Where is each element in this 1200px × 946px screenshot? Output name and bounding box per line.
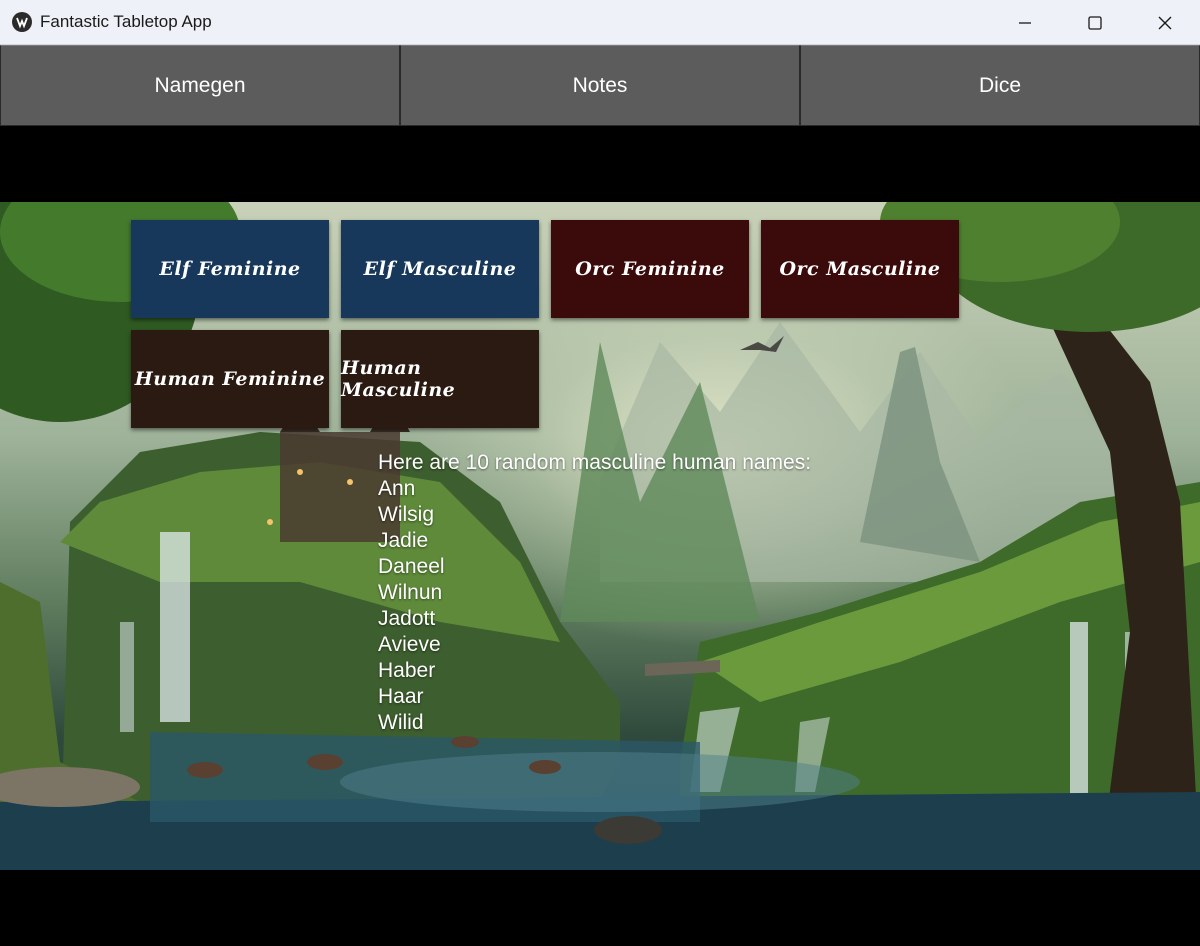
maximize-icon bbox=[1088, 15, 1102, 30]
minimize-button[interactable] bbox=[990, 0, 1060, 45]
name-item: Wilsig bbox=[378, 503, 434, 526]
name-item: Avieve bbox=[378, 633, 441, 656]
output-heading: Here are 10 random masculine human names… bbox=[378, 451, 812, 474]
minimize-icon bbox=[1019, 21, 1031, 24]
tab-namegen[interactable]: Namegen bbox=[0, 45, 400, 126]
orc-feminine-button[interactable]: Orc Feminine bbox=[551, 220, 749, 318]
name-item: Wilid bbox=[378, 711, 424, 734]
tab-notes[interactable]: Notes bbox=[400, 45, 800, 126]
name-item: Wilnun bbox=[378, 581, 443, 604]
name-item: Daneel bbox=[378, 555, 445, 578]
orc-masculine-button[interactable]: Orc Masculine bbox=[761, 220, 959, 318]
tab-dice[interactable]: Dice bbox=[800, 45, 1200, 126]
maximize-button[interactable] bbox=[1060, 0, 1130, 45]
close-button[interactable] bbox=[1130, 0, 1200, 45]
human-feminine-button[interactable]: Human Feminine bbox=[131, 330, 329, 428]
generated-names-output: Here are 10 random masculine human names… bbox=[378, 450, 811, 736]
elf-feminine-button[interactable]: Elf Feminine bbox=[131, 220, 329, 318]
nav-tabs: Namegen Notes Dice bbox=[0, 45, 1200, 126]
close-icon bbox=[1158, 16, 1172, 29]
name-item: Jadott bbox=[378, 607, 436, 630]
name-item: Jadie bbox=[378, 529, 429, 552]
window-controls bbox=[990, 0, 1200, 45]
name-item: Haber bbox=[378, 659, 436, 682]
window-title: Fantastic Tabletop App bbox=[40, 12, 212, 31]
elf-masculine-button[interactable]: Elf Masculine bbox=[341, 220, 539, 318]
title-bar: Fantastic Tabletop App bbox=[0, 0, 1200, 45]
name-item: Ann bbox=[378, 477, 416, 500]
app-logo-icon bbox=[12, 12, 32, 32]
human-masculine-button[interactable]: Human Masculine bbox=[341, 330, 539, 428]
name-item: Haar bbox=[378, 685, 424, 708]
